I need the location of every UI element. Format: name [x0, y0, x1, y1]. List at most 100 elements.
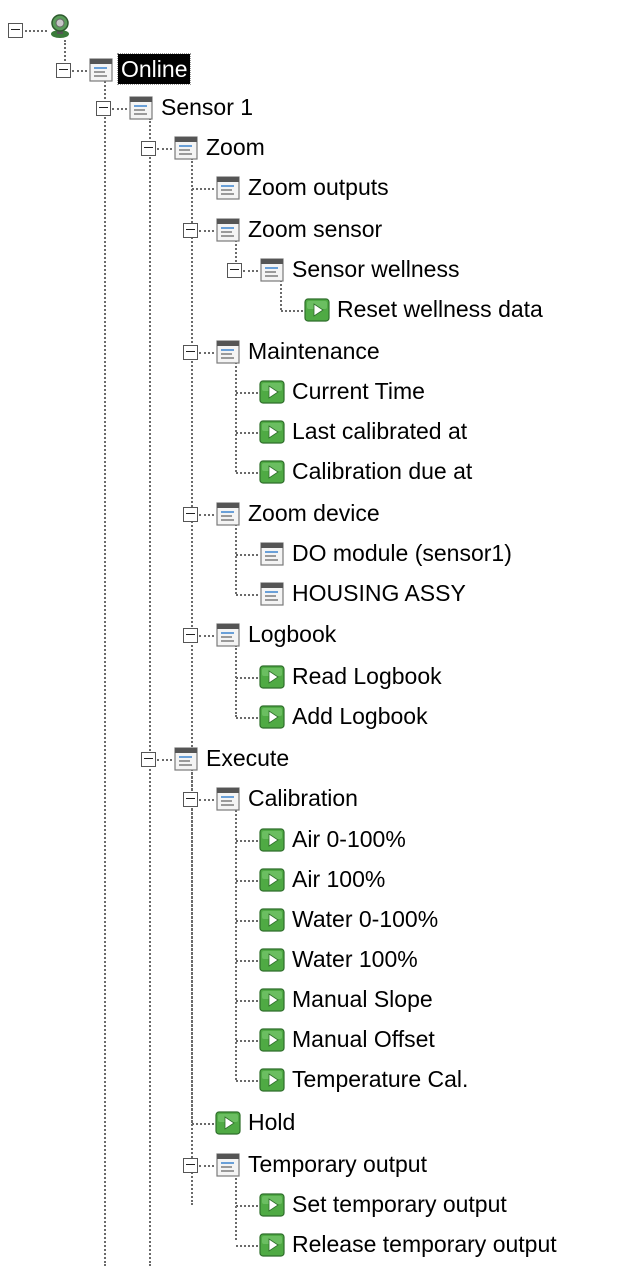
tree-node-label[interactable]: Calibration due at: [289, 456, 475, 486]
tree-node[interactable]: Set temporary output: [226, 1185, 633, 1225]
tree-node-label[interactable]: Read Logbook: [289, 661, 445, 691]
collapse-icon[interactable]: [227, 263, 242, 278]
collapse-icon[interactable]: [183, 628, 198, 643]
tree-connector: [104, 78, 106, 1266]
tree-node-label[interactable]: Water 100%: [289, 944, 421, 974]
tree-node[interactable]: Zoom outputs: [182, 168, 602, 208]
tree-node-root[interactable]: [0, 10, 90, 50]
tree-connector: [236, 1080, 258, 1082]
collapse-icon[interactable]: [96, 101, 111, 116]
tree-node-label[interactable]: Execute: [203, 743, 292, 773]
menu-icon: [172, 134, 200, 162]
tree-node-label[interactable]: Manual Offset: [289, 1024, 438, 1054]
menu-icon: [258, 580, 286, 608]
method-icon: [258, 418, 286, 446]
tree-node[interactable]: Water 0-100%: [226, 900, 633, 940]
tree-node[interactable]: Add Logbook: [226, 697, 633, 737]
tree-node-label[interactable]: Air 100%: [289, 864, 388, 894]
tree-node[interactable]: Zoom: [140, 128, 560, 168]
device-menu-tree: Online Sensor 1 Zoom Zoom outputs Zoom senso…: [0, 0, 633, 1266]
menu-icon: [258, 540, 286, 568]
tree-node-label[interactable]: Sensor 1: [158, 92, 256, 122]
tree-node[interactable]: Water 100%: [226, 940, 633, 980]
tree-node[interactable]: Sensor 1: [95, 88, 515, 128]
method-icon: [258, 378, 286, 406]
tree-node-label[interactable]: Zoom sensor: [245, 214, 385, 244]
tree-node[interactable]: Logbook: [182, 615, 602, 655]
menu-icon: [87, 56, 115, 84]
collapse-icon[interactable]: [141, 141, 156, 156]
tree-connector: [199, 799, 214, 801]
tree-node[interactable]: HOUSING ASSY: [226, 574, 633, 614]
tree-connector: [192, 1123, 214, 1125]
tree-node-label[interactable]: Release temporary output: [289, 1229, 560, 1259]
tree-node-label[interactable]: DO module (sensor1): [289, 538, 515, 568]
tree-connector: [25, 30, 47, 32]
tree-node-label[interactable]: Last calibrated at: [289, 416, 470, 446]
tree-node[interactable]: Read Logbook: [226, 657, 633, 697]
tree-node-label[interactable]: Add Logbook: [289, 701, 431, 731]
tree-node[interactable]: Maintenance: [182, 332, 602, 372]
tree-node[interactable]: Temporary output: [182, 1145, 602, 1185]
tree-node-label[interactable]: Sensor wellness: [289, 254, 462, 284]
tree-node[interactable]: Release temporary output: [226, 1225, 633, 1265]
tree-node[interactable]: Execute: [140, 739, 560, 779]
menu-icon: [214, 1151, 242, 1179]
method-icon: [258, 703, 286, 731]
tree-node[interactable]: Online: [55, 50, 475, 90]
tree-connector: [72, 70, 87, 72]
tree-node-label[interactable]: Temperature Cal.: [289, 1064, 471, 1094]
tree-node-label[interactable]: HOUSING ASSY: [289, 578, 469, 608]
method-icon: [258, 1026, 286, 1054]
collapse-icon[interactable]: [56, 63, 71, 78]
tree-node-label[interactable]: Logbook: [245, 619, 339, 649]
tree-node[interactable]: Zoom device: [182, 494, 602, 534]
tree-connector: [199, 1165, 214, 1167]
method-icon: [258, 946, 286, 974]
collapse-icon[interactable]: [183, 345, 198, 360]
tree-node[interactable]: Current Time: [226, 372, 633, 412]
menu-icon: [258, 256, 286, 284]
tree-connector: [199, 635, 214, 637]
tree-node[interactable]: Air 100%: [226, 860, 633, 900]
tree-node-label[interactable]: Zoom device: [245, 498, 383, 528]
tree-node-label[interactable]: Reset wellness data: [334, 294, 546, 324]
tree-connector: [236, 1000, 258, 1002]
tree-node-label[interactable]: Water 0-100%: [289, 904, 441, 934]
tree-node-label[interactable]: Temporary output: [245, 1149, 430, 1179]
collapse-icon[interactable]: [8, 23, 23, 38]
tree-node[interactable]: DO module (sensor1): [226, 534, 633, 574]
tree-node[interactable]: Hold: [182, 1103, 602, 1143]
tree-node-label[interactable]: Hold: [245, 1107, 298, 1137]
tree-connector: [236, 554, 258, 556]
tree-node[interactable]: Air 0-100%: [226, 820, 633, 860]
tree-connector: [236, 920, 258, 922]
tree-node[interactable]: Manual Offset: [226, 1020, 633, 1060]
tree-node-label[interactable]: Calibration: [245, 783, 361, 813]
collapse-icon[interactable]: [183, 792, 198, 807]
collapse-icon[interactable]: [183, 507, 198, 522]
menu-icon: [172, 745, 200, 773]
tree-node-label[interactable]: Zoom: [203, 132, 268, 162]
tree-node-label[interactable]: Maintenance: [245, 336, 383, 366]
tree-node[interactable]: Calibration: [182, 779, 602, 819]
menu-icon: [214, 621, 242, 649]
tree-node-label[interactable]: Online: [116, 53, 192, 85]
tree-node[interactable]: Manual Slope: [226, 980, 633, 1020]
tree-node-label[interactable]: Set temporary output: [289, 1189, 510, 1219]
collapse-icon[interactable]: [141, 752, 156, 767]
tree-node-label[interactable]: Zoom outputs: [245, 172, 392, 202]
tree-node-label[interactable]: Manual Slope: [289, 984, 436, 1014]
tree-node-label[interactable]: Air 0-100%: [289, 824, 409, 854]
tree-node[interactable]: Reset wellness data: [271, 290, 633, 330]
tree-node[interactable]: Sensor wellness: [226, 250, 633, 290]
tree-connector: [236, 472, 258, 474]
tree-node[interactable]: Temperature Cal.: [226, 1060, 633, 1100]
collapse-icon[interactable]: [183, 223, 198, 238]
tree-node[interactable]: Last calibrated at: [226, 412, 633, 452]
tree-node[interactable]: Zoom sensor: [182, 210, 602, 250]
tree-node[interactable]: Calibration due at: [226, 452, 633, 492]
tree-node-label[interactable]: Current Time: [289, 376, 428, 406]
collapse-icon[interactable]: [183, 1158, 198, 1173]
tree-connector: [236, 392, 258, 394]
